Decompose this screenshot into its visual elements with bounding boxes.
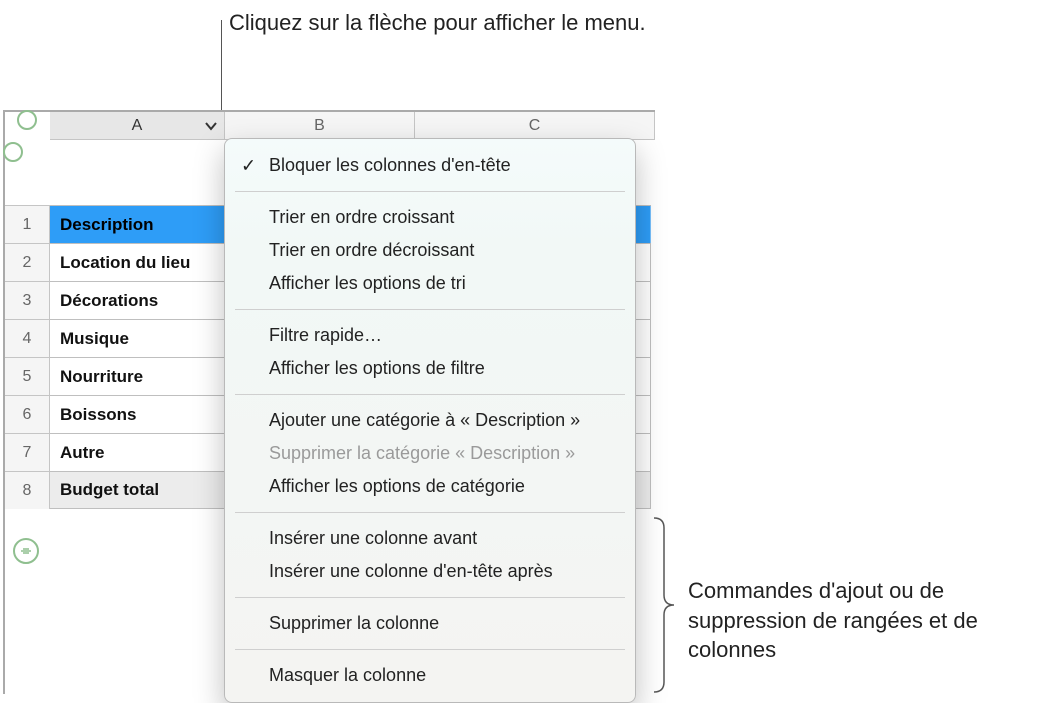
menu-delete-category: Supprimer la catégorie « Description » xyxy=(225,437,635,470)
menu-label: Trier en ordre croissant xyxy=(269,207,454,227)
menu-lock-header-columns[interactable]: ✓ Bloquer les colonnes d'en-tête xyxy=(225,149,635,182)
row-header-8[interactable]: 8 xyxy=(5,471,50,509)
annotation-right: Commandes d'ajout ou de suppression de r… xyxy=(688,576,1039,665)
cell-a2[interactable]: Location du lieu xyxy=(50,244,225,281)
menu-label: Ajouter une catégorie à « Description » xyxy=(269,410,580,430)
menu-label: Supprimer la colonne xyxy=(269,613,439,633)
menu-show-sort-options[interactable]: Afficher les options de tri xyxy=(225,267,635,300)
cell-a5[interactable]: Nourriture xyxy=(50,358,225,395)
column-context-menu: ✓ Bloquer les colonnes d'en-tête Trier e… xyxy=(224,138,636,703)
table-handle-corner[interactable] xyxy=(17,110,37,130)
row-header-5[interactable]: 5 xyxy=(5,357,50,395)
menu-label: Afficher les options de filtre xyxy=(269,358,485,378)
menu-separator xyxy=(235,309,625,310)
menu-label: Bloquer les colonnes d'en-tête xyxy=(269,155,511,175)
column-header-c[interactable]: C xyxy=(415,112,655,139)
menu-label: Insérer une colonne avant xyxy=(269,528,477,548)
cell-a3[interactable]: Décorations xyxy=(50,282,225,319)
menu-label: Afficher les options de tri xyxy=(269,273,466,293)
menu-separator xyxy=(235,649,625,650)
menu-label: Trier en ordre décroissant xyxy=(269,240,474,260)
column-header-label: C xyxy=(529,117,541,135)
row-header-3[interactable]: 3 xyxy=(5,281,50,319)
menu-separator xyxy=(235,191,625,192)
menu-label: Masquer la colonne xyxy=(269,665,426,685)
menu-label: Insérer une colonne d'en-tête après xyxy=(269,561,553,581)
menu-separator xyxy=(235,597,625,598)
cell-a1[interactable]: Description xyxy=(50,206,225,243)
menu-quick-filter[interactable]: Filtre rapide… xyxy=(225,319,635,352)
menu-sort-descending[interactable]: Trier en ordre décroissant xyxy=(225,234,635,267)
column-header-b[interactable]: B xyxy=(225,112,415,139)
row-header-2[interactable]: 2 xyxy=(5,243,50,281)
check-icon: ✓ xyxy=(241,155,256,176)
annotation-top: Cliquez sur la flèche pour afficher le m… xyxy=(229,8,646,38)
row-header-bar: 1 2 3 4 5 6 7 8 xyxy=(5,140,50,509)
menu-label: Afficher les options de catégorie xyxy=(269,476,525,496)
annotation-leader-line xyxy=(221,20,222,120)
column-header-label: A xyxy=(132,117,143,135)
menu-show-filter-options[interactable]: Afficher les options de filtre xyxy=(225,352,635,385)
cell-a7[interactable]: Autre xyxy=(50,434,225,471)
column-header-bar: A B C xyxy=(50,112,655,140)
menu-show-category-options[interactable]: Afficher les options de catégorie xyxy=(225,470,635,503)
row-header-4[interactable]: 4 xyxy=(5,319,50,357)
menu-sort-ascending[interactable]: Trier en ordre croissant xyxy=(225,201,635,234)
column-header-a[interactable]: A xyxy=(50,112,225,139)
annotation-bracket xyxy=(652,516,674,694)
cell-a4[interactable]: Musique xyxy=(50,320,225,357)
column-header-label: B xyxy=(314,117,325,135)
menu-separator xyxy=(235,512,625,513)
row-header-6[interactable]: 6 xyxy=(5,395,50,433)
menu-add-category[interactable]: Ajouter une catégorie à « Description » xyxy=(225,404,635,437)
menu-hide-column[interactable]: Masquer la colonne xyxy=(225,659,635,692)
row-header-1[interactable]: 1 xyxy=(5,205,50,243)
menu-separator xyxy=(235,394,625,395)
menu-label: Filtre rapide… xyxy=(269,325,382,345)
cell-a6[interactable]: Boissons xyxy=(50,396,225,433)
menu-insert-column-before[interactable]: Insérer une colonne avant xyxy=(225,522,635,555)
add-row-button[interactable] xyxy=(13,538,39,564)
menu-insert-header-column-after[interactable]: Insérer une colonne d'en-tête après xyxy=(225,555,635,588)
menu-delete-column[interactable]: Supprimer la colonne xyxy=(225,607,635,640)
menu-label: Supprimer la catégorie « Description » xyxy=(269,443,575,463)
cell-a8[interactable]: Budget total xyxy=(50,472,225,508)
row-header-7[interactable]: 7 xyxy=(5,433,50,471)
chevron-down-icon[interactable] xyxy=(204,119,218,133)
